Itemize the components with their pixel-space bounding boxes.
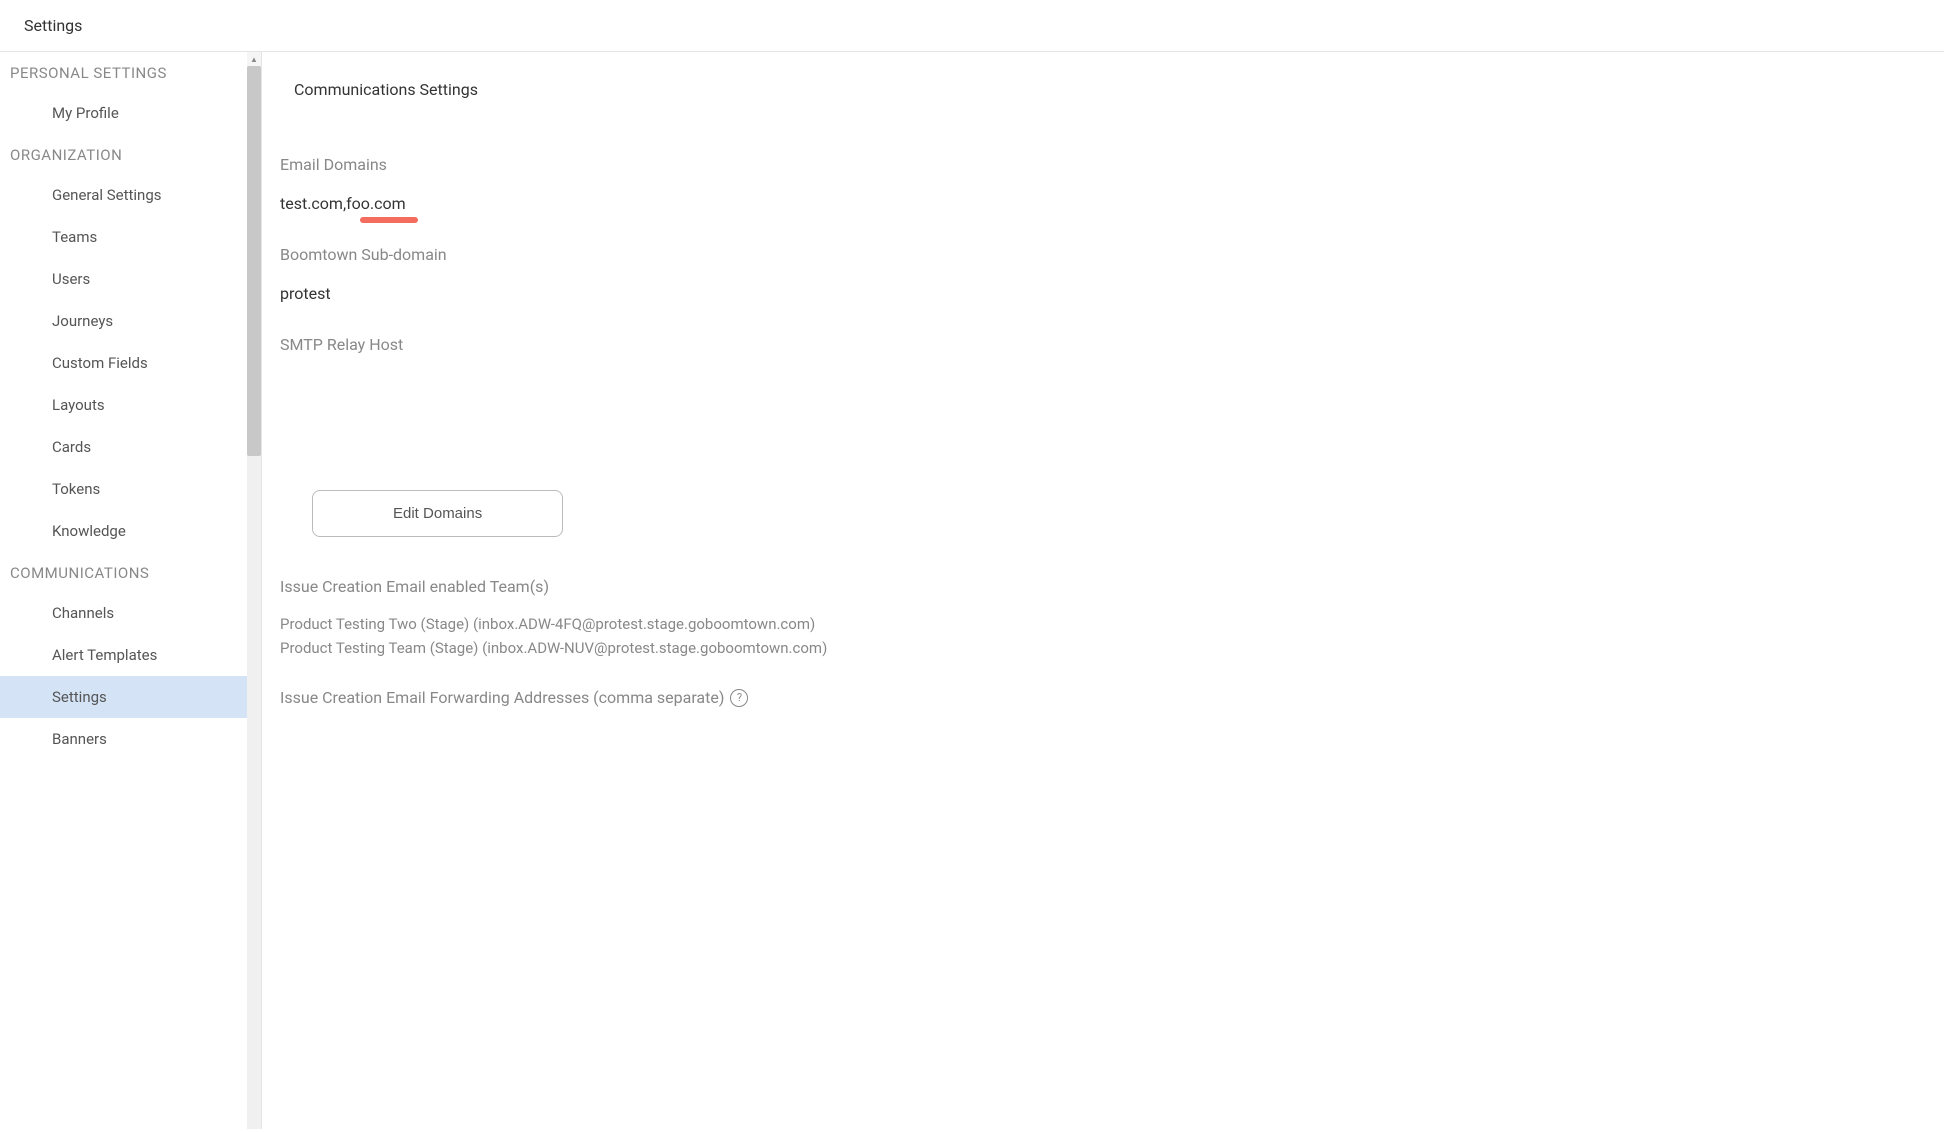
enabled-teams-label: Issue Creation Email enabled Team(s) <box>280 577 1926 596</box>
sidebar-item-banners[interactable]: Banners <box>0 718 261 760</box>
page-header: Settings <box>0 0 1944 52</box>
sidebar-item-label: Layouts <box>52 396 105 414</box>
email-domains-value: test.com,foo.com <box>280 194 406 213</box>
sidebar-item-label: Journeys <box>52 312 113 330</box>
sidebar-section-personal: PERSONAL SETTINGS <box>0 52 261 92</box>
sidebar-item-journeys[interactable]: Journeys <box>0 300 261 342</box>
settings-layout: PERSONAL SETTINGS My Profile ORGANIZATIO… <box>0 52 1944 1129</box>
sidebar-item-label: Settings <box>52 688 107 706</box>
sidebar-item-label: General Settings <box>52 186 162 204</box>
smtp-label: SMTP Relay Host <box>280 335 1926 354</box>
email-domains-label: Email Domains <box>280 155 1926 174</box>
page-header-title: Settings <box>24 16 82 35</box>
sidebar-item-channels[interactable]: Channels <box>0 592 261 634</box>
edit-domains-button[interactable]: Edit Domains <box>312 490 563 537</box>
sidebar-scrollbar[interactable]: ▲ <box>247 52 261 1129</box>
main-content: Communications Settings Email Domains te… <box>262 52 1944 1129</box>
sidebar-item-label: Cards <box>52 438 91 456</box>
sidebar-item-tokens[interactable]: Tokens <box>0 468 261 510</box>
sidebar-item-label: Banners <box>52 730 107 748</box>
sidebar-item-general-settings[interactable]: General Settings <box>0 174 261 216</box>
help-icon[interactable]: ? <box>730 689 748 707</box>
sidebar-item-label: Channels <box>52 604 114 622</box>
subdomain-value: protest <box>280 284 331 303</box>
subdomain-label: Boomtown Sub-domain <box>280 245 1926 264</box>
sidebar-item-cards[interactable]: Cards <box>0 426 261 468</box>
sidebar-item-label: Knowledge <box>52 522 126 540</box>
sidebar-item-label: Alert Templates <box>52 646 157 664</box>
sidebar-item-layouts[interactable]: Layouts <box>0 384 261 426</box>
sidebar-item-custom-fields[interactable]: Custom Fields <box>0 342 261 384</box>
scrollbar-thumb[interactable] <box>247 66 261 456</box>
enabled-team-line: Product Testing Two (Stage) (inbox.ADW-4… <box>280 612 1926 636</box>
sidebar-item-label: My Profile <box>52 104 119 122</box>
sidebar-section-organization: ORGANIZATION <box>0 134 261 174</box>
sidebar-item-knowledge[interactable]: Knowledge <box>0 510 261 552</box>
settings-sidebar: PERSONAL SETTINGS My Profile ORGANIZATIO… <box>0 52 262 1129</box>
sidebar-item-users[interactable]: Users <box>0 258 261 300</box>
sidebar-item-label: Custom Fields <box>52 354 148 372</box>
sidebar-item-settings[interactable]: Settings <box>0 676 261 718</box>
forwarding-label: Issue Creation Email Forwarding Addresse… <box>280 688 724 707</box>
sidebar-item-label: Users <box>52 270 90 288</box>
sidebar-item-my-profile[interactable]: My Profile <box>0 92 261 134</box>
sidebar-item-teams[interactable]: Teams <box>0 216 261 258</box>
sidebar-item-label: Teams <box>52 228 97 246</box>
sidebar-item-alert-templates[interactable]: Alert Templates <box>0 634 261 676</box>
sidebar-item-label: Tokens <box>52 480 100 498</box>
sidebar-section-communications: COMMUNICATIONS <box>0 552 261 592</box>
enabled-team-line: Product Testing Team (Stage) (inbox.ADW-… <box>280 636 1926 660</box>
scrollbar-up-icon[interactable]: ▲ <box>247 52 261 66</box>
page-title: Communications Settings <box>280 80 1926 99</box>
